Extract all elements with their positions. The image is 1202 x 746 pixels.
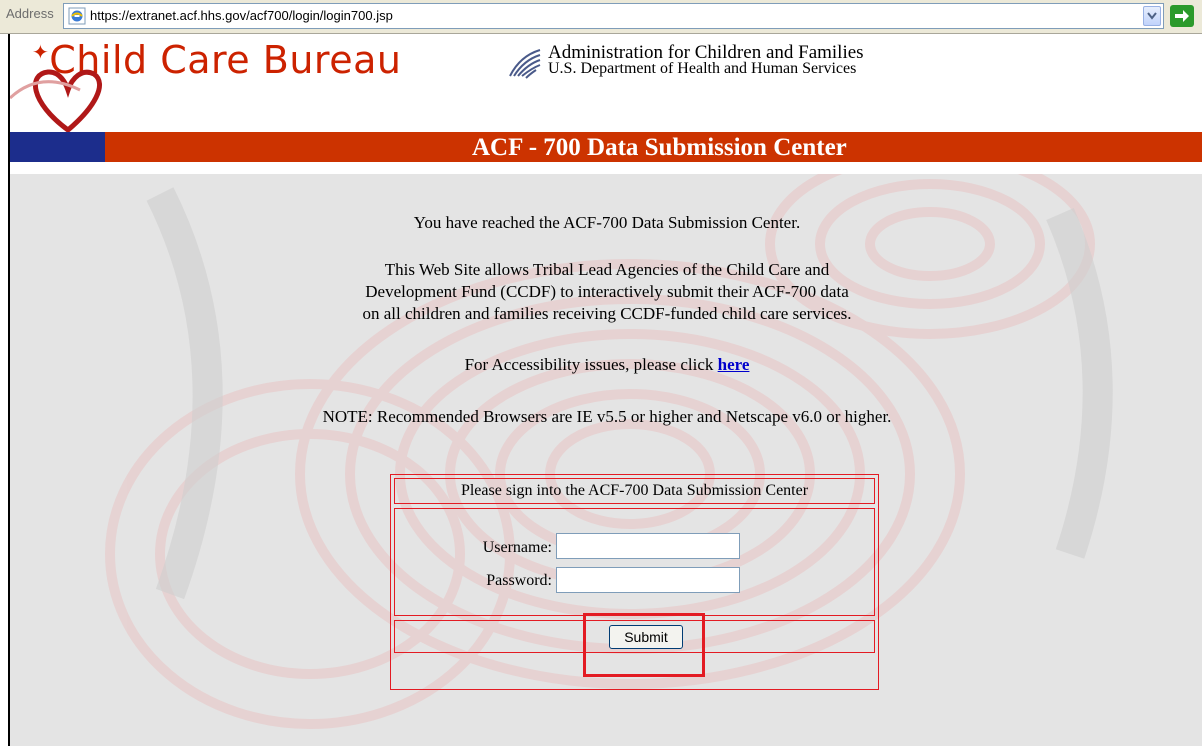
page-content: ✦Child Care Bureau Administration for Ch… <box>8 34 1202 746</box>
login-fields-cell: Username: Password: <box>394 508 875 616</box>
username-input[interactable] <box>556 533 740 559</box>
intro-desc-line-3: on all children and families receiving C… <box>362 304 852 323</box>
login-heading: Please sign into the ACF-700 Data Submis… <box>460 482 809 499</box>
address-bar: Address https://extranet.acf.hhs.gov/acf… <box>0 0 1202 34</box>
hhs-eagle-icon <box>509 49 541 79</box>
intro-desc-line-2: Development Fund (CCDF) to interactively… <box>365 282 849 301</box>
url-text[interactable]: https://extranet.acf.hhs.gov/acf700/logi… <box>90 8 393 23</box>
username-label: Username: <box>482 539 552 556</box>
accessibility-line: For Accessibility issues, please click h… <box>10 354 1202 376</box>
page-title: ACF - 700 Data Submission Center <box>472 134 847 161</box>
ie-page-icon <box>68 7 86 25</box>
go-arrow-icon <box>1175 10 1189 22</box>
star-icon: ✦ <box>32 40 50 64</box>
submit-highlight-annotation <box>583 613 705 677</box>
address-label: Address <box>6 6 54 21</box>
password-label: Password: <box>486 572 552 589</box>
site-header: ✦Child Care Bureau Administration for Ch… <box>10 34 1202 174</box>
intro-desc-line-1: This Web Site allows Tribal Lead Agencie… <box>384 260 830 279</box>
department-name: U.S. Department of Health and Human Serv… <box>548 60 857 77</box>
intro-reached: You have reached the ACF-700 Data Submis… <box>413 213 801 232</box>
browser-note: NOTE: Recommended Browsers are IE v5.5 o… <box>322 407 892 426</box>
chevron-down-icon <box>1147 12 1157 20</box>
password-input[interactable] <box>556 567 740 593</box>
address-dropdown-button[interactable] <box>1143 6 1161 26</box>
go-button[interactable] <box>1170 5 1194 27</box>
accessibility-link[interactable]: here <box>718 355 750 374</box>
heart-icon <box>10 69 102 132</box>
address-field[interactable]: https://extranet.acf.hhs.gov/acf700/logi… <box>63 3 1164 29</box>
accessibility-text: For Accessibility issues, please click <box>464 355 718 374</box>
banner-accent <box>10 132 105 162</box>
intro-description: This Web Site allows Tribal Lead Agencie… <box>10 259 1202 325</box>
login-heading-cell: Please sign into the ACF-700 Data Submis… <box>394 478 875 504</box>
